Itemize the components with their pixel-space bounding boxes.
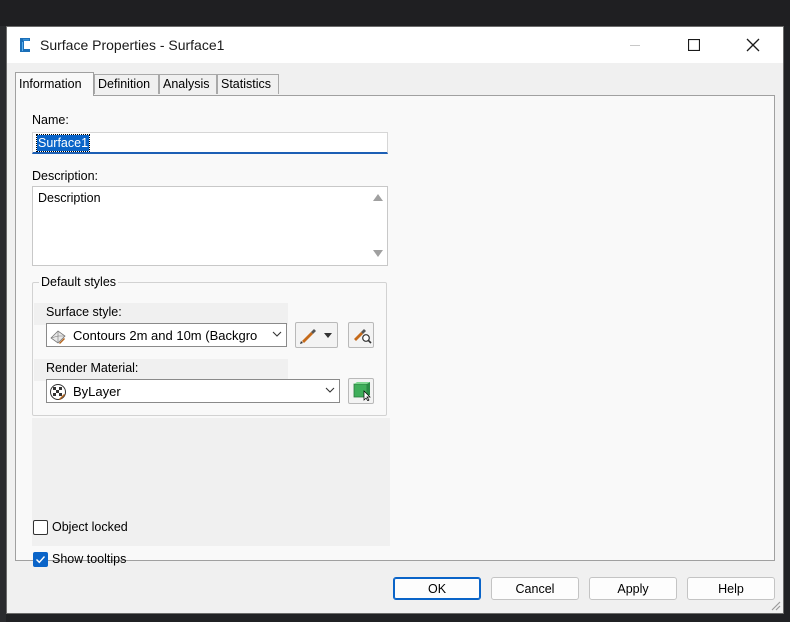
ok-button-label: OK [427, 581, 447, 596]
object-locked-checkbox[interactable] [33, 520, 48, 535]
window-title: Surface Properties - Surface1 [40, 37, 225, 53]
cancel-button-label: Cancel [515, 581, 555, 596]
close-icon [746, 38, 760, 52]
default-styles-title: Default styles [39, 275, 119, 289]
description-textarea[interactable]: Description [32, 186, 388, 266]
name-input-value: Surface1 [35, 134, 91, 152]
surface-style-label: Surface style: [46, 305, 122, 319]
surface-style-dropdown[interactable]: Contours 2m and 10m (Backgro [46, 323, 287, 347]
maximize-button[interactable] [671, 27, 717, 63]
minimize-icon [630, 45, 640, 46]
apply-button[interactable]: Apply [589, 577, 677, 600]
information-tab-panel: Name: Surface1 Description: Description … [15, 95, 775, 567]
name-input[interactable]: Surface1 [32, 132, 388, 154]
close-button[interactable] [730, 27, 776, 63]
object-locked-label[interactable]: Object locked [52, 520, 128, 534]
tab-definition[interactable]: Definition [94, 74, 159, 94]
select-material-button[interactable] [348, 378, 374, 404]
tab-label: Statistics [221, 77, 272, 91]
tab-analysis[interactable]: Analysis [159, 74, 217, 94]
description-scrollbar[interactable] [370, 187, 387, 265]
description-label: Description: [32, 169, 98, 183]
tab-label: Analysis [163, 77, 210, 91]
cancel-button[interactable]: Cancel [491, 577, 579, 600]
description-text: Description [38, 191, 101, 205]
surface-style-value: Contours 2m and 10m (Backgro [73, 328, 258, 343]
civil3d-app-icon [20, 38, 30, 52]
desktop-background [0, 0, 790, 26]
tab-information[interactable]: Information [15, 72, 94, 96]
checkmark-icon [36, 556, 46, 564]
style-preview-magnifier-icon [354, 329, 372, 344]
show-tooltips-checkbox[interactable] [33, 552, 48, 567]
chevron-down-icon [324, 333, 332, 338]
render-material-icon [50, 384, 66, 400]
tab-statistics[interactable]: Statistics [217, 74, 279, 94]
ok-button[interactable]: OK [393, 577, 481, 600]
help-button[interactable]: Help [687, 577, 775, 600]
surface-properties-dialog: Surface Properties - Surface1 Informatio… [6, 26, 784, 614]
edit-style-brush-icon [300, 329, 316, 344]
scroll-up-arrow-icon[interactable] [373, 194, 383, 201]
chevron-down-icon [325, 387, 335, 393]
help-button-label: Help [718, 581, 744, 596]
title-bar[interactable]: Surface Properties - Surface1 [7, 27, 783, 63]
preview-surface-style-button[interactable] [348, 322, 374, 348]
maximize-icon [688, 39, 700, 51]
render-material-dropdown[interactable]: ByLayer [46, 379, 340, 403]
apply-button-label: Apply [617, 581, 649, 596]
surface-style-icon [50, 330, 66, 344]
material-cube-icon [353, 382, 371, 401]
resize-grip-icon[interactable] [769, 599, 781, 611]
minimize-button[interactable] [612, 27, 658, 63]
render-material-label: Render Material: [46, 361, 139, 375]
default-styles-group: Default styles Surface style: Contours 2… [32, 275, 387, 416]
tab-label: Information [19, 77, 82, 91]
edit-surface-style-button[interactable] [295, 322, 338, 348]
name-label: Name: [32, 113, 69, 127]
chevron-down-icon [272, 331, 282, 337]
show-tooltips-label[interactable]: Show tooltips [52, 552, 126, 566]
tab-label: Definition [98, 77, 151, 91]
render-material-value: ByLayer [73, 384, 121, 399]
scroll-down-arrow-icon[interactable] [373, 250, 383, 257]
